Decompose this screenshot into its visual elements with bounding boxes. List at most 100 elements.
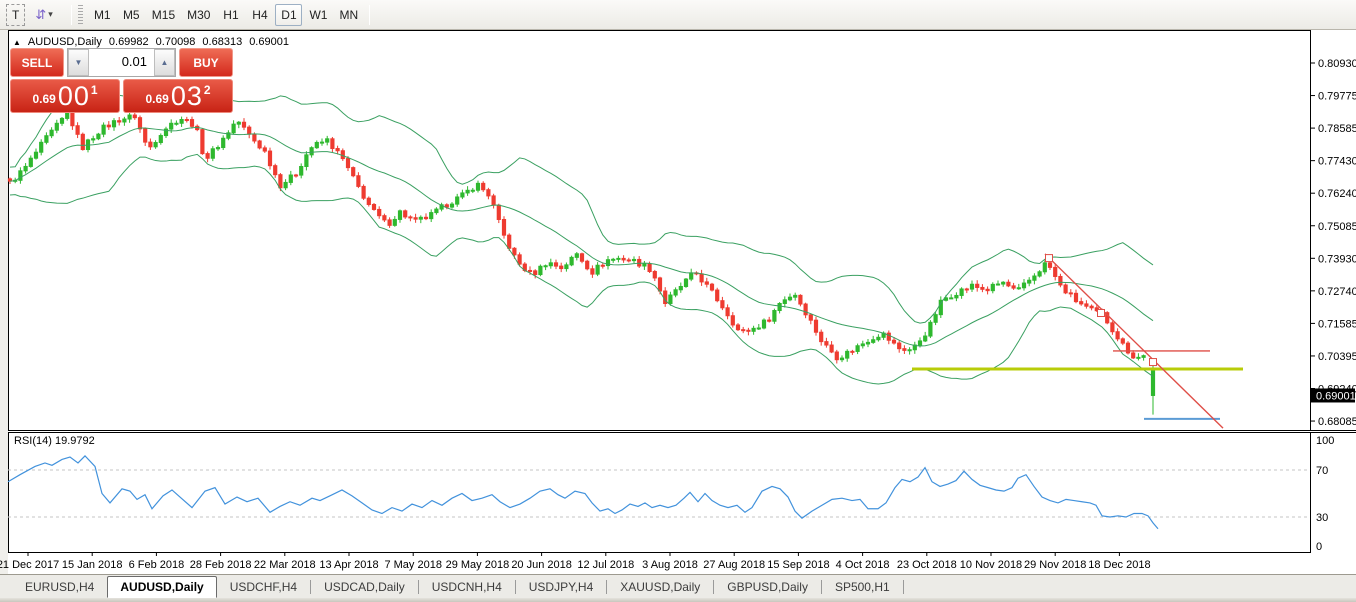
price-axis-label: 0.77430 xyxy=(1318,156,1356,168)
timeframe-button-m30[interactable]: M30 xyxy=(182,4,215,26)
candle-body xyxy=(268,151,271,166)
candle-body xyxy=(690,273,693,279)
candle-body xyxy=(24,166,27,170)
candle-body xyxy=(419,217,422,219)
timeframe-button-m1[interactable]: M1 xyxy=(89,4,116,26)
candle-body xyxy=(1111,323,1114,332)
chart-tab-xauusd-daily[interactable]: XAUUSD,Daily xyxy=(607,575,713,598)
candle-body xyxy=(768,320,771,321)
candle-body xyxy=(461,193,464,197)
sell-price-small: 0.69 xyxy=(32,92,55,106)
candle-body xyxy=(326,139,329,142)
candle-body xyxy=(861,344,864,346)
candle-body xyxy=(840,358,843,360)
candle-body xyxy=(60,118,63,123)
collapse-panel-icon[interactable]: ▲ xyxy=(13,38,21,47)
date-axis-label: 29 Nov 2018 xyxy=(1024,559,1086,571)
candle-body xyxy=(294,175,297,176)
candle-body xyxy=(424,217,427,218)
candle-body xyxy=(149,142,152,147)
candle-body xyxy=(487,190,490,196)
candle-body xyxy=(232,124,235,133)
candle-body xyxy=(1043,263,1046,272)
candle-body xyxy=(175,123,178,124)
candle-body xyxy=(1142,356,1145,358)
candle-body xyxy=(1121,339,1124,343)
candle-body xyxy=(742,330,745,331)
candle-body xyxy=(248,127,251,134)
timeframe-button-d1[interactable]: D1 xyxy=(275,4,302,26)
timeframe-button-m15[interactable]: M15 xyxy=(147,4,180,26)
timeframe-button-h4[interactable]: H4 xyxy=(246,4,273,26)
buy-price-box[interactable]: 0.69 03 2 xyxy=(123,79,233,113)
sell-button[interactable]: SELL xyxy=(10,48,64,77)
candle-body xyxy=(320,142,323,143)
chart-area[interactable]: 0.809300.797750.785850.774300.762400.750… xyxy=(0,30,1356,574)
buy-price-small: 0.69 xyxy=(145,92,168,106)
objects-tool-button[interactable]: ⇵ ▾ xyxy=(29,4,58,26)
volume-input[interactable]: 0.01 xyxy=(89,49,154,76)
chart-tab-usdcnh-h4[interactable]: USDCNH,H4 xyxy=(419,575,515,598)
candle-body xyxy=(170,123,173,129)
candle-body xyxy=(1151,368,1154,395)
buy-price-big: 03 xyxy=(171,83,203,110)
chart-tab-usdjpy-h4[interactable]: USDJPY,H4 xyxy=(516,575,606,598)
candle-body xyxy=(788,297,791,300)
volume-increase-button[interactable]: ▲ xyxy=(154,49,175,76)
candle-body xyxy=(362,186,365,198)
candle-body xyxy=(409,217,412,218)
trendline-anchor-handle[interactable] xyxy=(1098,310,1105,317)
toolbar-grip[interactable] xyxy=(78,5,83,25)
candle-body xyxy=(1132,353,1135,358)
price-axis-label: 0.75085 xyxy=(1318,221,1356,233)
buy-button[interactable]: BUY xyxy=(179,48,233,77)
chart-tab-usdchf-h4[interactable]: USDCHF,H4 xyxy=(217,575,310,598)
sell-price-box[interactable]: 0.69 00 1 xyxy=(10,79,120,113)
trendline-anchor-handle[interactable] xyxy=(1150,359,1157,366)
candle-body xyxy=(1002,282,1005,284)
timeframe-button-m5[interactable]: M5 xyxy=(118,4,145,26)
candle-body xyxy=(300,167,303,176)
volume-decrease-button[interactable]: ▼ xyxy=(68,49,89,76)
date-axis-label: 20 Jun 2018 xyxy=(511,559,572,571)
timeframe-button-h1[interactable]: H1 xyxy=(217,4,244,26)
price-axis-label: 0.70395 xyxy=(1318,351,1356,363)
candle-body xyxy=(658,278,661,291)
candle-body xyxy=(263,148,266,151)
ohlc-high: 0.70098 xyxy=(156,36,196,48)
text-tool-button[interactable]: T xyxy=(6,4,25,26)
candle-body xyxy=(986,289,989,290)
price-axis-label: 0.71585 xyxy=(1318,318,1356,330)
candle-body xyxy=(55,123,58,130)
chart-tab-audusd-daily[interactable]: AUDUSD,Daily xyxy=(107,576,216,598)
timeframe-button-w1[interactable]: W1 xyxy=(304,4,332,26)
candle-body xyxy=(560,266,563,268)
candle-body xyxy=(66,113,69,118)
candle-body xyxy=(591,269,594,274)
chart-tab-gbpusd-daily[interactable]: GBPUSD,Daily xyxy=(714,575,821,598)
candle-body xyxy=(476,183,479,190)
candle-body xyxy=(310,148,313,155)
candle-body xyxy=(81,134,84,149)
candle-body xyxy=(456,197,459,204)
toolbar-separator xyxy=(71,5,72,25)
candle-body xyxy=(908,350,911,351)
candle-body xyxy=(430,213,433,219)
timeframe-button-mn[interactable]: MN xyxy=(334,4,363,26)
candle-body xyxy=(648,264,651,272)
window-bottom-edge xyxy=(0,598,1356,602)
candle-body xyxy=(892,340,895,343)
chart-tab-usdcad-daily[interactable]: USDCAD,Daily xyxy=(311,575,418,598)
candle-body xyxy=(237,122,240,124)
chart-tab-eurusd-h4[interactable]: EURUSD,H4 xyxy=(12,575,107,598)
candle-body xyxy=(809,315,812,320)
candle-body xyxy=(804,304,807,315)
candle-body xyxy=(107,125,110,127)
candle-body xyxy=(934,315,937,323)
candle-body xyxy=(929,322,932,336)
trendline-anchor-handle[interactable] xyxy=(1046,255,1053,262)
chart-tab-sp500-h1[interactable]: SP500,H1 xyxy=(822,575,903,598)
candle-body xyxy=(133,115,136,118)
date-axis-label: 12 Jul 2018 xyxy=(577,559,634,571)
chevron-down-icon: ▾ xyxy=(48,9,53,20)
